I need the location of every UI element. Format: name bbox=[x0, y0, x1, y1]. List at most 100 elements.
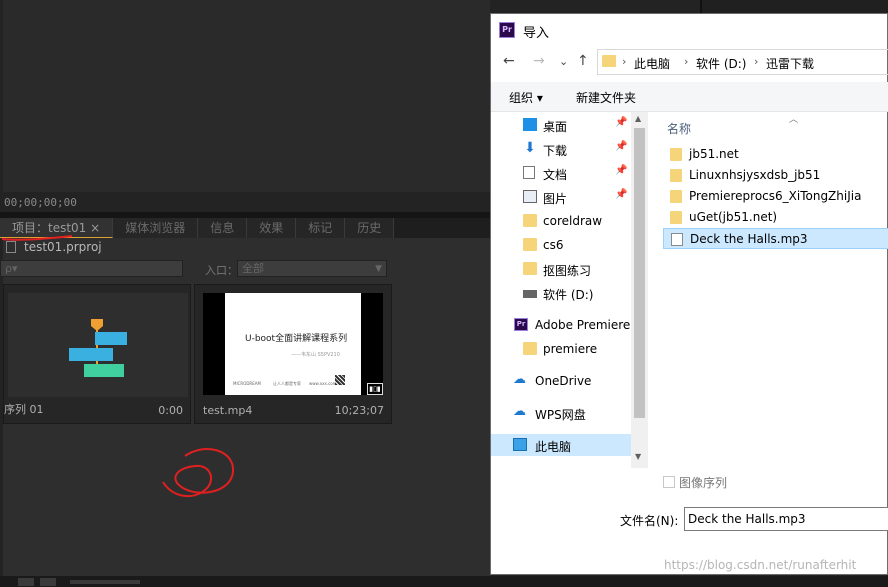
nav-item-label: 桌面 bbox=[543, 120, 568, 134]
nav-item-label: 抠图练习 bbox=[543, 264, 592, 278]
entry-label: 入口： bbox=[205, 264, 238, 277]
file-row-uget[interactable]: uGet(jb51.net) bbox=[663, 207, 888, 228]
back-button[interactable]: ← bbox=[503, 53, 515, 69]
filename-label: 文件名(N): bbox=[620, 514, 679, 528]
project-item-sequence[interactable]: 序列 01 0:00 bbox=[3, 284, 191, 424]
nav-item-adobe-premiere[interactable]: Pr Adobe Premiere bbox=[491, 314, 631, 336]
breadcrumb-drive-d[interactable]: 软件 (D:) bbox=[696, 55, 746, 72]
project-file-name: test01.prproj bbox=[24, 240, 102, 254]
sequence-duration: 0:00 bbox=[158, 404, 183, 417]
zoom-slider[interactable] bbox=[70, 580, 140, 584]
list-view-button[interactable] bbox=[18, 578, 34, 586]
pin-icon: 📌 bbox=[615, 165, 628, 176]
nav-item-label: 图片 bbox=[543, 192, 568, 206]
project-file-icon bbox=[6, 241, 16, 253]
nav-item-this-pc[interactable]: 此电脑 bbox=[491, 434, 631, 456]
pin-icon: 📌 bbox=[615, 117, 628, 128]
pin-icon: 📌 bbox=[615, 141, 628, 152]
program-monitor-area bbox=[3, 0, 490, 192]
qr-code-icon bbox=[335, 375, 345, 385]
up-folder-button[interactable]: ↑ bbox=[577, 53, 589, 69]
scroll-up-icon[interactable]: ▲ bbox=[635, 114, 641, 123]
new-folder-button[interactable]: 新建文件夹 bbox=[576, 89, 636, 106]
folder-icon bbox=[523, 214, 537, 227]
tab-markers[interactable]: 标记 bbox=[296, 218, 346, 238]
scroll-down-icon[interactable]: ▼ bbox=[635, 452, 641, 461]
address-bar[interactable]: › 此电脑 › 软件 (D:) › 迅雷下载 bbox=[597, 49, 888, 75]
breadcrumb-xunlei-download[interactable]: 迅雷下载 bbox=[766, 55, 814, 72]
sequence-thumbnail bbox=[8, 293, 188, 397]
sequence-icon bbox=[69, 319, 127, 377]
folder-icon bbox=[523, 262, 537, 275]
video-slide-preview: U-boot全面讲解课程系列 ——韦东山 S5PV210 MICRODREAM … bbox=[225, 293, 361, 395]
nav-item-label: OneDrive bbox=[535, 374, 592, 388]
video-duration: 10;23;07 bbox=[334, 404, 384, 417]
folder-icon bbox=[602, 55, 616, 67]
column-header-name[interactable]: 名称 bbox=[667, 120, 691, 137]
tab-info[interactable]: 信息 bbox=[198, 218, 248, 238]
nav-item-label: Adobe Premiere bbox=[535, 318, 631, 332]
dialog-titlebar[interactable]: Pr 导入 bbox=[491, 14, 887, 47]
file-row-deck-the-halls[interactable]: Deck the Halls.mp3 bbox=[663, 228, 888, 249]
filename-input[interactable]: Deck the Halls.mp3 bbox=[684, 507, 888, 531]
command-bar: 组织 ▾ 新建文件夹 bbox=[491, 82, 888, 112]
forward-button[interactable]: → bbox=[533, 53, 545, 69]
video-name: test.mp4 bbox=[203, 404, 253, 417]
watermark: https://blog.csdn.net/runafterhit bbox=[664, 558, 857, 572]
picture-icon bbox=[523, 190, 537, 203]
file-list-pane: ︿ 名称 jb51.net Linuxnhsjysxdsb_jb51 Premi… bbox=[649, 112, 888, 468]
nav-item-onedrive[interactable]: ☁ OneDrive bbox=[491, 370, 631, 392]
breadcrumb-this-pc[interactable]: 此电脑 bbox=[634, 55, 670, 72]
entry-select[interactable]: 全部 ▼ bbox=[237, 260, 387, 277]
nav-item-label: 此电脑 bbox=[535, 440, 572, 454]
icon-view-button[interactable] bbox=[40, 578, 56, 586]
right-panel-strip bbox=[700, 0, 888, 14]
nav-item-coreldraw[interactable]: coreldraw bbox=[491, 210, 631, 232]
slide-footer-logo: MICRODREAM bbox=[233, 381, 261, 386]
folder-icon bbox=[523, 342, 537, 355]
nav-item-premiere-folder[interactable]: premiere bbox=[491, 338, 631, 360]
tab-project[interactable]: 项目：test01 × bbox=[0, 218, 114, 238]
image-sequence-checkbox[interactable] bbox=[663, 476, 675, 488]
nav-item-desktop[interactable]: 桌面 📌 bbox=[491, 114, 631, 136]
nav-item-cs6[interactable]: cs6 bbox=[491, 234, 631, 256]
tab-history[interactable]: 历史 bbox=[345, 218, 395, 238]
folder-icon bbox=[670, 169, 682, 182]
nav-item-drive-d[interactable]: 软件 (D:) bbox=[491, 282, 631, 304]
onedrive-icon: ☁ bbox=[513, 372, 526, 387]
pin-icon: 📌 bbox=[615, 189, 628, 200]
nav-item-cutout-practice[interactable]: 抠图练习 bbox=[491, 258, 631, 280]
project-search-input[interactable]: ρ▾ bbox=[0, 260, 183, 277]
drive-icon bbox=[523, 290, 537, 298]
wps-cloud-icon: ☁ bbox=[513, 404, 526, 419]
tab-media-browser[interactable]: 媒体浏览器 bbox=[113, 218, 199, 238]
nav-item-pictures[interactable]: 图片 📌 bbox=[491, 186, 631, 208]
file-row-jb51[interactable]: jb51.net bbox=[663, 144, 888, 165]
import-dialog: Pr 导入 ← → ⌄ ↑ › 此电脑 › 软件 (D:) › 迅雷下载 组织 … bbox=[490, 13, 888, 575]
nav-item-label: WPS网盘 bbox=[535, 408, 586, 422]
premiere-app-icon: Pr bbox=[499, 22, 515, 38]
nav-item-documents[interactable]: 文档 📌 bbox=[491, 162, 631, 184]
project-item-video[interactable]: U-boot全面讲解课程系列 ——韦东山 S5PV210 MICRODREAM … bbox=[194, 284, 392, 424]
organize-button[interactable]: 组织 ▾ bbox=[509, 89, 543, 106]
image-sequence-label: 图像序列 bbox=[679, 476, 728, 490]
tab-effects[interactable]: 效果 bbox=[247, 218, 297, 238]
breadcrumb-separator-icon: › bbox=[684, 55, 689, 68]
video-thumbnail: U-boot全面讲解课程系列 ——韦东山 S5PV210 MICRODREAM … bbox=[203, 293, 383, 395]
file-row-linux[interactable]: Linuxnhsjysxdsb_jb51 bbox=[663, 165, 888, 186]
slide-footer-slogan: 让人人都是专家 bbox=[273, 381, 301, 386]
chevron-down-icon: ▼ bbox=[375, 264, 382, 274]
project-panel-tabs: 项目：test01 × 媒体浏览器 信息 效果 标记 历史 bbox=[0, 218, 490, 238]
dialog-title: 导入 bbox=[523, 26, 550, 41]
nav-item-downloads[interactable]: ⬇ 下载 📌 bbox=[491, 138, 631, 160]
download-icon: ⬇ bbox=[524, 140, 536, 156]
slide-title: U-boot全面讲解课程系列 bbox=[245, 334, 348, 344]
scrollbar-thumb[interactable] bbox=[634, 128, 645, 418]
file-row-premiere-cs6[interactable]: Premiereprocs6_XiTongZhiJia bbox=[663, 186, 888, 207]
nav-item-label: 下载 bbox=[543, 144, 568, 158]
breadcrumb-separator-icon: › bbox=[754, 55, 759, 68]
navigation-pane-scrollbar[interactable]: ▲ ▼ bbox=[631, 112, 648, 468]
file-name: uGet(jb51.net) bbox=[689, 210, 778, 224]
nav-item-wps-cloud[interactable]: ☁ WPS网盘 bbox=[491, 402, 631, 424]
recent-locations-button[interactable]: ⌄ bbox=[559, 55, 568, 68]
